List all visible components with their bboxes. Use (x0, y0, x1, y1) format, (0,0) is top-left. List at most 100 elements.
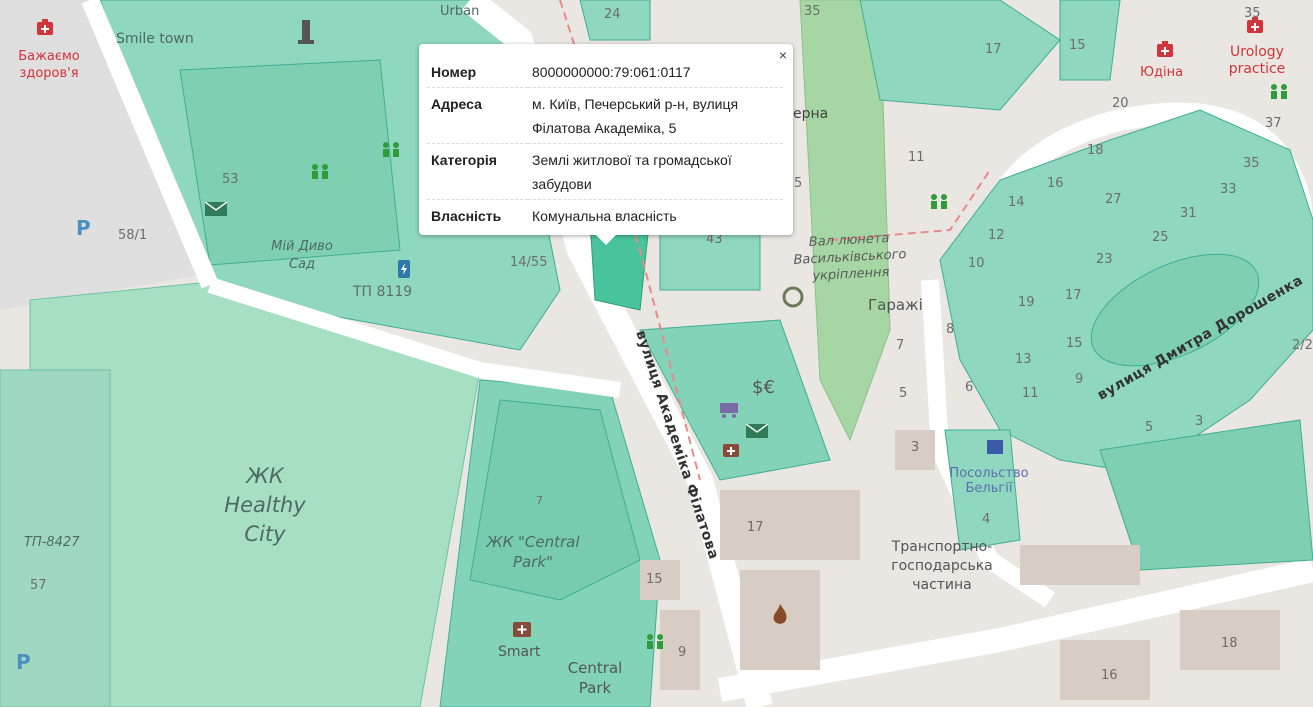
bldg-12: 12 (988, 228, 1005, 243)
bldg-17c: 17 (1065, 288, 1082, 303)
bldg-58-1: 58/1 (118, 228, 148, 243)
table-row: Адреса м. Київ, Печерський р-н, вулиця Ф… (427, 87, 783, 144)
bldg-16: 16 (1047, 176, 1064, 191)
miy-dyvo-sad-label: Мій Диво Сад (271, 239, 333, 272)
bldg-16b: 16 (1101, 668, 1118, 683)
garazhi-label: Гаражі (868, 296, 923, 314)
ferna-label: ерна (793, 106, 829, 122)
bldg-3b: 3 (1195, 414, 1204, 429)
smart-label[interactable]: Smart (498, 644, 540, 660)
bldg-5c: 5 (794, 176, 803, 191)
bldg-19: 19 (1018, 295, 1035, 310)
parking-icon[interactable]: P (16, 650, 31, 674)
bldg-18b: 18 (1221, 636, 1238, 651)
row-value-category: Землі житлової та громадської забудови (528, 143, 783, 200)
posolstvo-label[interactable]: Посольство Бельгії (944, 466, 1034, 496)
pharmacy-icon[interactable] (722, 440, 740, 458)
pharmacy-icon[interactable] (36, 18, 54, 36)
bldg-20: 20 (1112, 96, 1129, 111)
bldg-15: 15 (646, 572, 663, 587)
bldg-24: 24 (604, 7, 621, 22)
row-key-ownership: Власність (431, 208, 502, 224)
row-key-category: Категорія (427, 143, 528, 200)
row-key-address: Адреса (427, 87, 528, 144)
table-row: Номер 8000000000:79:061:0117 (427, 56, 783, 88)
playground-icon[interactable] (644, 632, 666, 652)
currency-exchange-icon[interactable]: $€ (752, 377, 775, 398)
embassy-icon[interactable] (985, 438, 1005, 456)
pharmacy-icon[interactable] (1246, 16, 1264, 34)
tp-8427-label: ТП-8427 (24, 535, 80, 550)
fire-station-icon[interactable] (770, 602, 790, 626)
bldg-14-55: 14/55 (510, 255, 548, 270)
bldg-11: 11 (908, 150, 925, 165)
row-value-ownership: Комунальна власність (532, 208, 677, 224)
bldg-37: 37 (1265, 116, 1282, 131)
central-park-label: ЖК "Central Park" (486, 533, 580, 571)
post-office-icon[interactable] (205, 202, 227, 216)
bldg-15b: 15 (1069, 38, 1086, 53)
smile-town-label: Smile town (116, 31, 194, 47)
bldg-9: 9 (678, 645, 687, 660)
building-right-long (1020, 545, 1140, 585)
row-value-address: м. Київ, Печерський р-н, вулиця Філатова… (528, 87, 783, 144)
bldg-7b: 7 (896, 338, 905, 353)
parking-icon[interactable]: P (76, 216, 91, 240)
bldg-5b: 5 (1145, 420, 1154, 435)
recycling-icon[interactable] (782, 286, 804, 308)
bldg-57: 57 (30, 578, 47, 593)
bldg-31: 31 (1180, 206, 1197, 221)
bldg-7: 7 (536, 494, 543, 507)
bldg-35b: 35 (1243, 156, 1260, 171)
pharmacy-label[interactable]: Бажаємо здоров'я (14, 48, 84, 82)
transport-label: Транспортно-господарська частина (891, 539, 993, 593)
bldg-18: 18 (1087, 143, 1104, 158)
bldg-8: 8 (946, 322, 955, 337)
udina-label[interactable]: Юдіна (1140, 64, 1183, 81)
bldg-27: 27 (1105, 192, 1122, 207)
urban-label: Urban (440, 4, 480, 19)
playground-icon[interactable] (380, 140, 402, 160)
bldg-9b: 9 (1075, 372, 1084, 387)
bldg-35: 35 (804, 4, 821, 19)
monument-icon[interactable] (296, 16, 316, 46)
playground-icon[interactable] (1268, 82, 1290, 102)
table-row: Власність Комунальна власність (427, 200, 783, 232)
bldg-33: 33 (1220, 182, 1237, 197)
bldg-3: 3 (911, 440, 920, 455)
row-key-number: Номер (427, 56, 528, 88)
bldg-17b: 17 (985, 42, 1002, 57)
bldg-53: 53 (222, 172, 239, 187)
playground-icon[interactable] (309, 162, 331, 182)
pharmacy-icon[interactable] (512, 618, 532, 638)
bldg-6: 6 (965, 380, 974, 395)
playground-icon[interactable] (928, 192, 950, 212)
tp-8119-label: ТП 8119 (353, 284, 413, 300)
bldg-2-2: 2/2 (1292, 338, 1313, 353)
bldg-17: 17 (747, 520, 764, 535)
bldg-4: 4 (982, 512, 991, 527)
bldg-11b: 11 (1022, 386, 1039, 401)
bldg-23: 23 (1096, 252, 1113, 267)
bldg-5: 5 (899, 386, 908, 401)
central-park-2-label: Central Park (567, 659, 623, 697)
val-liuneta-label: Вал люнета Васильківського укріплення (793, 230, 907, 284)
post-office-icon[interactable] (746, 424, 768, 438)
urology-label[interactable]: Urology practice (1222, 44, 1292, 78)
building-17 (720, 490, 860, 560)
bldg-25: 25 (1152, 230, 1169, 245)
healthy-city-label: ЖК Healthy City (224, 464, 306, 546)
ev-charging-icon[interactable] (396, 258, 416, 280)
bldg-10: 10 (968, 256, 985, 271)
bldg-14: 14 (1008, 195, 1025, 210)
pharmacy-icon[interactable] (1156, 40, 1174, 58)
parcel-garden[interactable] (179, 59, 401, 266)
parcel-info-popup: × Номер 8000000000:79:061:0117 Адреса м.… (419, 44, 793, 245)
parcel-info-table: Номер 8000000000:79:061:0117 Адреса м. К… (427, 56, 783, 231)
shop-icon[interactable] (718, 400, 740, 418)
map-view[interactable]: Бажаємо здоров'я Smile town Urban ЖК Hea… (0, 0, 1313, 707)
table-row: Категорія Землі житлової та громадської … (427, 143, 783, 200)
row-value-number: 8000000000:79:061:0117 (528, 56, 783, 88)
bldg-15c: 15 (1066, 336, 1083, 351)
bldg-13: 13 (1015, 352, 1032, 367)
